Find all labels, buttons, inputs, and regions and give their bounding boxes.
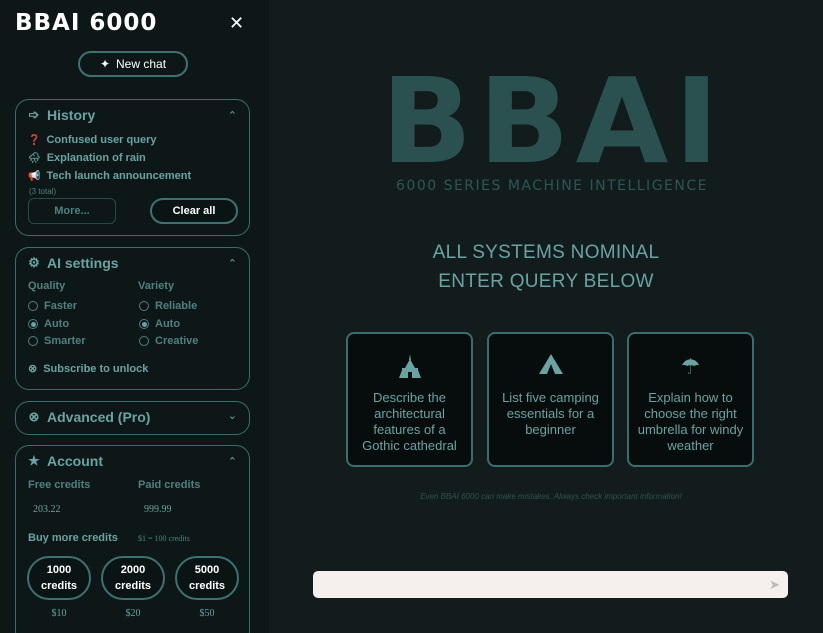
- radio-label: Smarter: [44, 335, 86, 347]
- free-credits-value: 203.22: [33, 504, 61, 515]
- status-line-1: ALL SYSTEMS NOMINAL: [432, 242, 660, 263]
- ai-settings-header[interactable]: ⚙ AI settings: [27, 255, 119, 271]
- pack-price: $20: [125, 608, 141, 619]
- bbai-logo: BBAI: [381, 70, 725, 170]
- radio-label: Auto: [44, 318, 70, 330]
- history-item[interactable]: ❓ Confused user query: [28, 134, 156, 146]
- rain-cloud-icon: 🌧: [28, 152, 41, 164]
- variety-label: Variety: [138, 280, 175, 292]
- account-header[interactable]: ★ Account: [27, 453, 103, 469]
- send-icon[interactable]: ➤: [769, 577, 780, 593]
- radio-label: Faster: [44, 300, 78, 312]
- main-area: BBAI 6000 SERIES MACHINE INTELLIGENCE AL…: [269, 0, 823, 633]
- tent-icon: [489, 354, 612, 382]
- history-item-label: Confused user query: [46, 134, 157, 146]
- pack-amount: 2000: [120, 564, 146, 576]
- status-line-2: ENTER QUERY BELOW: [438, 271, 654, 292]
- radio-selected-icon: [28, 319, 38, 329]
- radio-label: Creative: [155, 335, 199, 347]
- buy-5000-credits-button[interactable]: 5000 credits: [175, 556, 239, 600]
- history-item-label: Explanation of rain: [46, 152, 146, 164]
- quality-label: Quality: [28, 280, 66, 292]
- history-header[interactable]: ➩ History: [27, 107, 96, 123]
- buy-credits-label: Buy more credits: [28, 532, 118, 544]
- radio-label: Reliable: [155, 300, 198, 312]
- quality-option-smarter[interactable]: Smarter: [28, 335, 86, 347]
- new-chat-label: New chat: [116, 57, 167, 71]
- pack-unit: credits: [188, 580, 226, 592]
- paid-credits-label: Paid credits: [138, 479, 201, 491]
- pack-unit: credits: [40, 580, 78, 592]
- suggestion-card-cathedral[interactable]: Describe the architectural features of a…: [346, 332, 473, 467]
- history-panel: ➩ History ⌃ ❓ Confused user query 🌧 Expl…: [15, 99, 250, 236]
- free-credits-label: Free credits: [28, 479, 91, 491]
- buy-1000-credits-button[interactable]: 1000 credits: [27, 556, 91, 600]
- question-icon: ❓: [28, 134, 41, 146]
- gear-icon: ⚙: [28, 255, 40, 270]
- quality-option-faster[interactable]: Faster: [28, 300, 77, 312]
- history-title: History: [47, 107, 96, 123]
- query-input-container: ➤: [313, 571, 788, 598]
- ai-settings-panel: ⚙ AI settings ⌃ Quality Variety Faster A…: [15, 247, 250, 390]
- logo-tagline: 6000 SERIES MACHINE INTELLIGENCE: [396, 178, 708, 194]
- umbrella-icon: ☂: [680, 354, 701, 379]
- credit-rate: $1 = 100 credits: [138, 534, 190, 543]
- clear-all-button[interactable]: Clear all: [150, 198, 238, 224]
- radio-icon: [28, 301, 38, 311]
- pack-price: $10: [51, 608, 67, 619]
- radio-icon: [139, 336, 149, 346]
- new-chat-button[interactable]: ✦ New chat: [78, 51, 188, 77]
- close-sidebar-icon[interactable]: ✕: [229, 14, 244, 32]
- more-history-button[interactable]: More...: [28, 198, 116, 224]
- chevron-up-icon[interactable]: ⌃: [228, 455, 237, 468]
- account-title: Account: [47, 453, 103, 469]
- sparkle-icon: ✦: [99, 57, 111, 71]
- advanced-header[interactable]: ⊗ Advanced (Pro): [27, 409, 151, 425]
- app-brand: BBAI 6000: [15, 10, 158, 36]
- history-item[interactable]: 📢 Tech launch announcement: [28, 170, 191, 182]
- subscribe-label: Subscribe to unlock: [43, 362, 149, 375]
- radio-selected-icon: [139, 319, 149, 329]
- pack-unit: credits: [114, 580, 152, 592]
- star-icon: ★: [28, 453, 40, 468]
- suggestion-card-umbrella[interactable]: ☂ Explain how to choose the right umbrel…: [627, 332, 754, 467]
- quality-option-auto[interactable]: Auto: [28, 318, 69, 330]
- cathedral-icon: [348, 354, 471, 386]
- radio-icon: [139, 301, 149, 311]
- advanced-title: Advanced (Pro): [47, 409, 151, 425]
- buy-2000-credits-button[interactable]: 2000 credits: [101, 556, 165, 600]
- history-item[interactable]: 🌧 Explanation of rain: [28, 152, 146, 164]
- subscribe-to-unlock-link[interactable]: ⊗ Subscribe to unlock: [28, 362, 149, 376]
- pack-amount: 1000: [46, 564, 72, 576]
- variety-option-reliable[interactable]: Reliable: [139, 300, 197, 312]
- chevron-up-icon[interactable]: ⌃: [228, 257, 237, 270]
- chevron-up-icon[interactable]: ⌃: [228, 109, 237, 122]
- advanced-panel[interactable]: ⊗ Advanced (Pro) ⌄: [15, 401, 250, 435]
- pack-price: $50: [199, 608, 215, 619]
- paid-credits-value: 999.99: [144, 504, 172, 515]
- ai-settings-title: AI settings: [47, 255, 119, 271]
- pack-amount: 5000: [194, 564, 220, 576]
- radio-label: Auto: [155, 318, 181, 330]
- circle-x-icon: ⊗: [28, 409, 40, 424]
- suggestion-text: Describe the architectural features of a…: [362, 390, 457, 453]
- chevron-down-icon[interactable]: ⌄: [228, 409, 237, 422]
- sidebar: BBAI 6000 ✕ ✦ New chat ➩ History ⌃ ❓ Con…: [0, 0, 269, 633]
- radio-icon: [28, 336, 38, 346]
- history-total: (3 total): [29, 187, 57, 196]
- suggestion-text: Explain how to choose the right umbrella…: [637, 390, 744, 453]
- logo-text: BBAI: [381, 70, 725, 170]
- suggestion-card-camping[interactable]: List five camping essentials for a begin…: [487, 332, 614, 467]
- query-input[interactable]: [313, 571, 753, 598]
- history-icon: ➩: [28, 107, 40, 122]
- variety-option-auto[interactable]: Auto: [139, 318, 180, 330]
- megaphone-icon: 📢: [28, 170, 41, 182]
- variety-option-creative[interactable]: Creative: [139, 335, 198, 347]
- disclaimer: Even BBAI 6000 can make mistakes. Always…: [420, 492, 682, 501]
- history-item-label: Tech launch announcement: [46, 170, 192, 182]
- circle-x-icon: ⊗: [28, 363, 38, 375]
- suggestion-text: List five camping essentials for a begin…: [502, 390, 599, 437]
- account-panel: ★ Account ⌃ Free credits Paid credits 20…: [15, 445, 250, 633]
